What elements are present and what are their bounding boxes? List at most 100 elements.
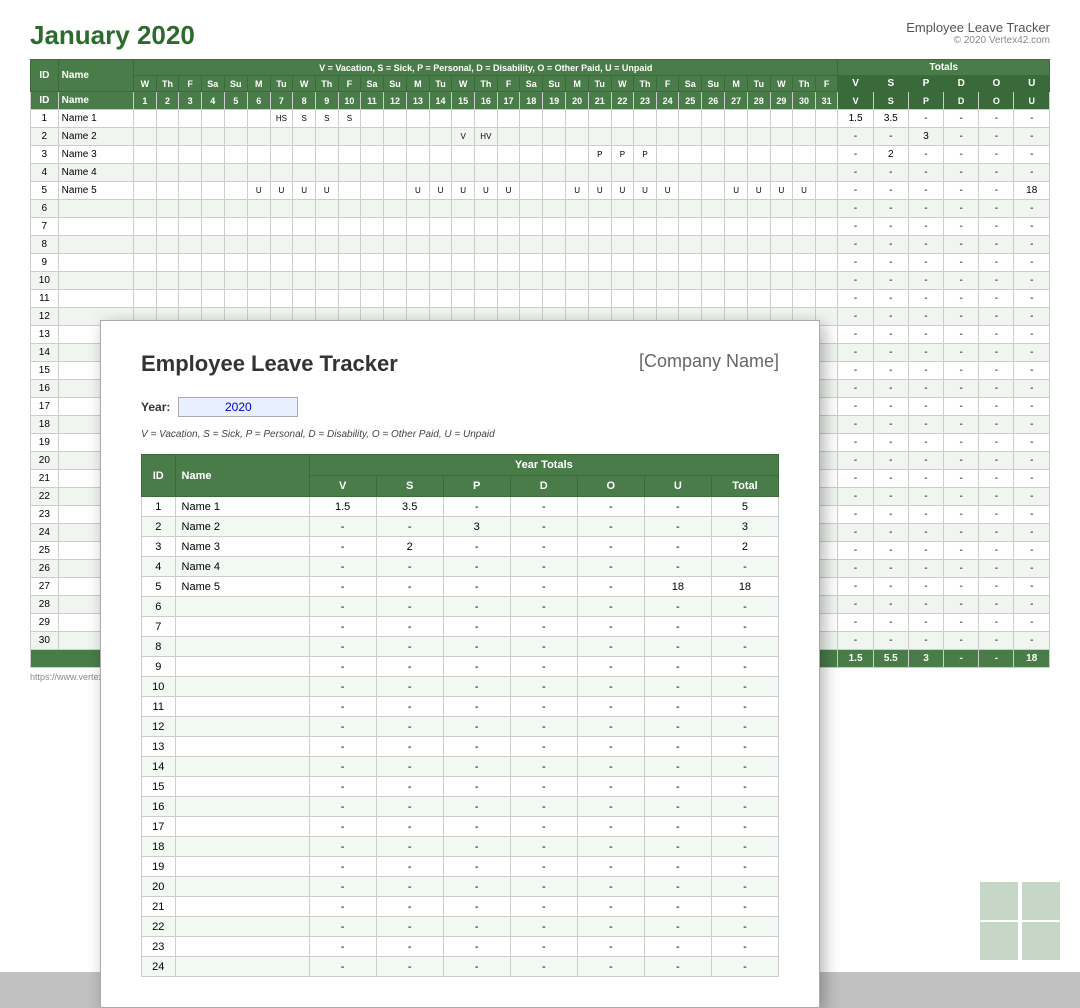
day-cell: [566, 290, 589, 308]
modal-row-id: 23: [142, 937, 176, 957]
row-id: 7: [31, 218, 59, 236]
modal-row-p: -: [443, 717, 510, 737]
day-cell: [520, 164, 543, 182]
day-cell: [293, 272, 316, 290]
total-s: -: [873, 614, 908, 632]
modal-row-id: 24: [142, 957, 176, 977]
row-id: 15: [31, 362, 59, 380]
modal-row-p: -: [443, 597, 510, 617]
dow-header: Tu: [429, 76, 452, 92]
modal-row-name: Name 3: [175, 537, 309, 557]
total-p: -: [908, 146, 943, 164]
total-sub-p: P: [908, 76, 943, 92]
total-v: -: [838, 128, 873, 146]
modal-row-v: -: [309, 557, 376, 577]
total-u: -: [1014, 128, 1050, 146]
total-d: -: [944, 128, 979, 146]
total-v: -: [838, 200, 873, 218]
modal-row-name: [175, 697, 309, 717]
day-cell: [315, 254, 338, 272]
modal-row-s: -: [376, 917, 443, 937]
total-s: -: [873, 308, 908, 326]
modal-row-id: 15: [142, 777, 176, 797]
modal-row-name: [175, 677, 309, 697]
modal-row-d: -: [510, 617, 577, 637]
dow-header: M: [407, 76, 430, 92]
day-cell: [520, 110, 543, 128]
total-o: -: [979, 524, 1014, 542]
total-d: -: [944, 380, 979, 398]
day-cell: [338, 254, 361, 272]
total-p: -: [908, 236, 943, 254]
modal-row-s: -: [376, 777, 443, 797]
total-u: -: [1014, 290, 1050, 308]
total-v: -: [838, 362, 873, 380]
modal-row-o: -: [577, 537, 644, 557]
total-o: -: [979, 326, 1014, 344]
day-cell: [134, 290, 157, 308]
modal-row-s: -: [376, 697, 443, 717]
modal-row-d: -: [510, 837, 577, 857]
modal-row-v: -: [309, 537, 376, 557]
total-o: -: [979, 506, 1014, 524]
total-u: -: [1014, 524, 1050, 542]
total-u: -: [1014, 506, 1050, 524]
total-u: -: [1014, 560, 1050, 578]
day-cell: [361, 254, 384, 272]
dow-header: F: [656, 76, 679, 92]
day-cell: [702, 290, 725, 308]
dow-header: Su: [543, 76, 566, 92]
total-p: -: [908, 164, 943, 182]
total-p: -: [908, 218, 943, 236]
total-o: -: [979, 560, 1014, 578]
modal-row-u: -: [644, 857, 711, 877]
row-id: 16: [31, 380, 59, 398]
row-id: 9: [31, 254, 59, 272]
total-v: -: [838, 164, 873, 182]
day-cell: [747, 236, 770, 254]
total-v: -: [838, 254, 873, 272]
modal-table-row: 15-------: [142, 777, 779, 797]
name-sub: Name: [58, 92, 133, 110]
modal-row-v: -: [309, 937, 376, 957]
total-p: -: [908, 200, 943, 218]
day-cell: [747, 254, 770, 272]
modal-row-id: 1: [142, 497, 176, 517]
total-u: -: [1014, 146, 1050, 164]
day-cell: [429, 110, 452, 128]
day-cell: [429, 200, 452, 218]
day-number: 1: [134, 92, 157, 110]
day-cell: [747, 110, 770, 128]
day-cell: [702, 272, 725, 290]
modal-row-d: -: [510, 797, 577, 817]
day-cell: [566, 164, 589, 182]
day-cell: [679, 182, 702, 200]
day-cell: [497, 110, 520, 128]
modal-row-u: -: [644, 497, 711, 517]
total-d: -: [944, 398, 979, 416]
modal-row-d: -: [510, 897, 577, 917]
modal-row-d: -: [510, 757, 577, 777]
day-cell: [634, 254, 657, 272]
total-o: -: [979, 416, 1014, 434]
day-cell: [383, 128, 406, 146]
row-id: 3: [31, 146, 59, 164]
modal-row-o: -: [577, 797, 644, 817]
total-u: -: [1014, 542, 1050, 560]
day-cell: [179, 218, 202, 236]
dow-header: M: [725, 76, 748, 92]
modal-row-p: -: [443, 617, 510, 637]
day-cell: [407, 236, 430, 254]
day-cell: [383, 290, 406, 308]
year-input[interactable]: [178, 397, 298, 417]
modal-row-o: -: [577, 617, 644, 637]
dow-header: Sa: [520, 76, 543, 92]
modal-row-u: -: [644, 797, 711, 817]
total-d: -: [944, 218, 979, 236]
day-cell: [383, 146, 406, 164]
dow-header: Tu: [747, 76, 770, 92]
total-p: -: [908, 182, 943, 200]
day-cell: [361, 272, 384, 290]
modal-row-name: [175, 757, 309, 777]
total-o: -: [979, 182, 1014, 200]
